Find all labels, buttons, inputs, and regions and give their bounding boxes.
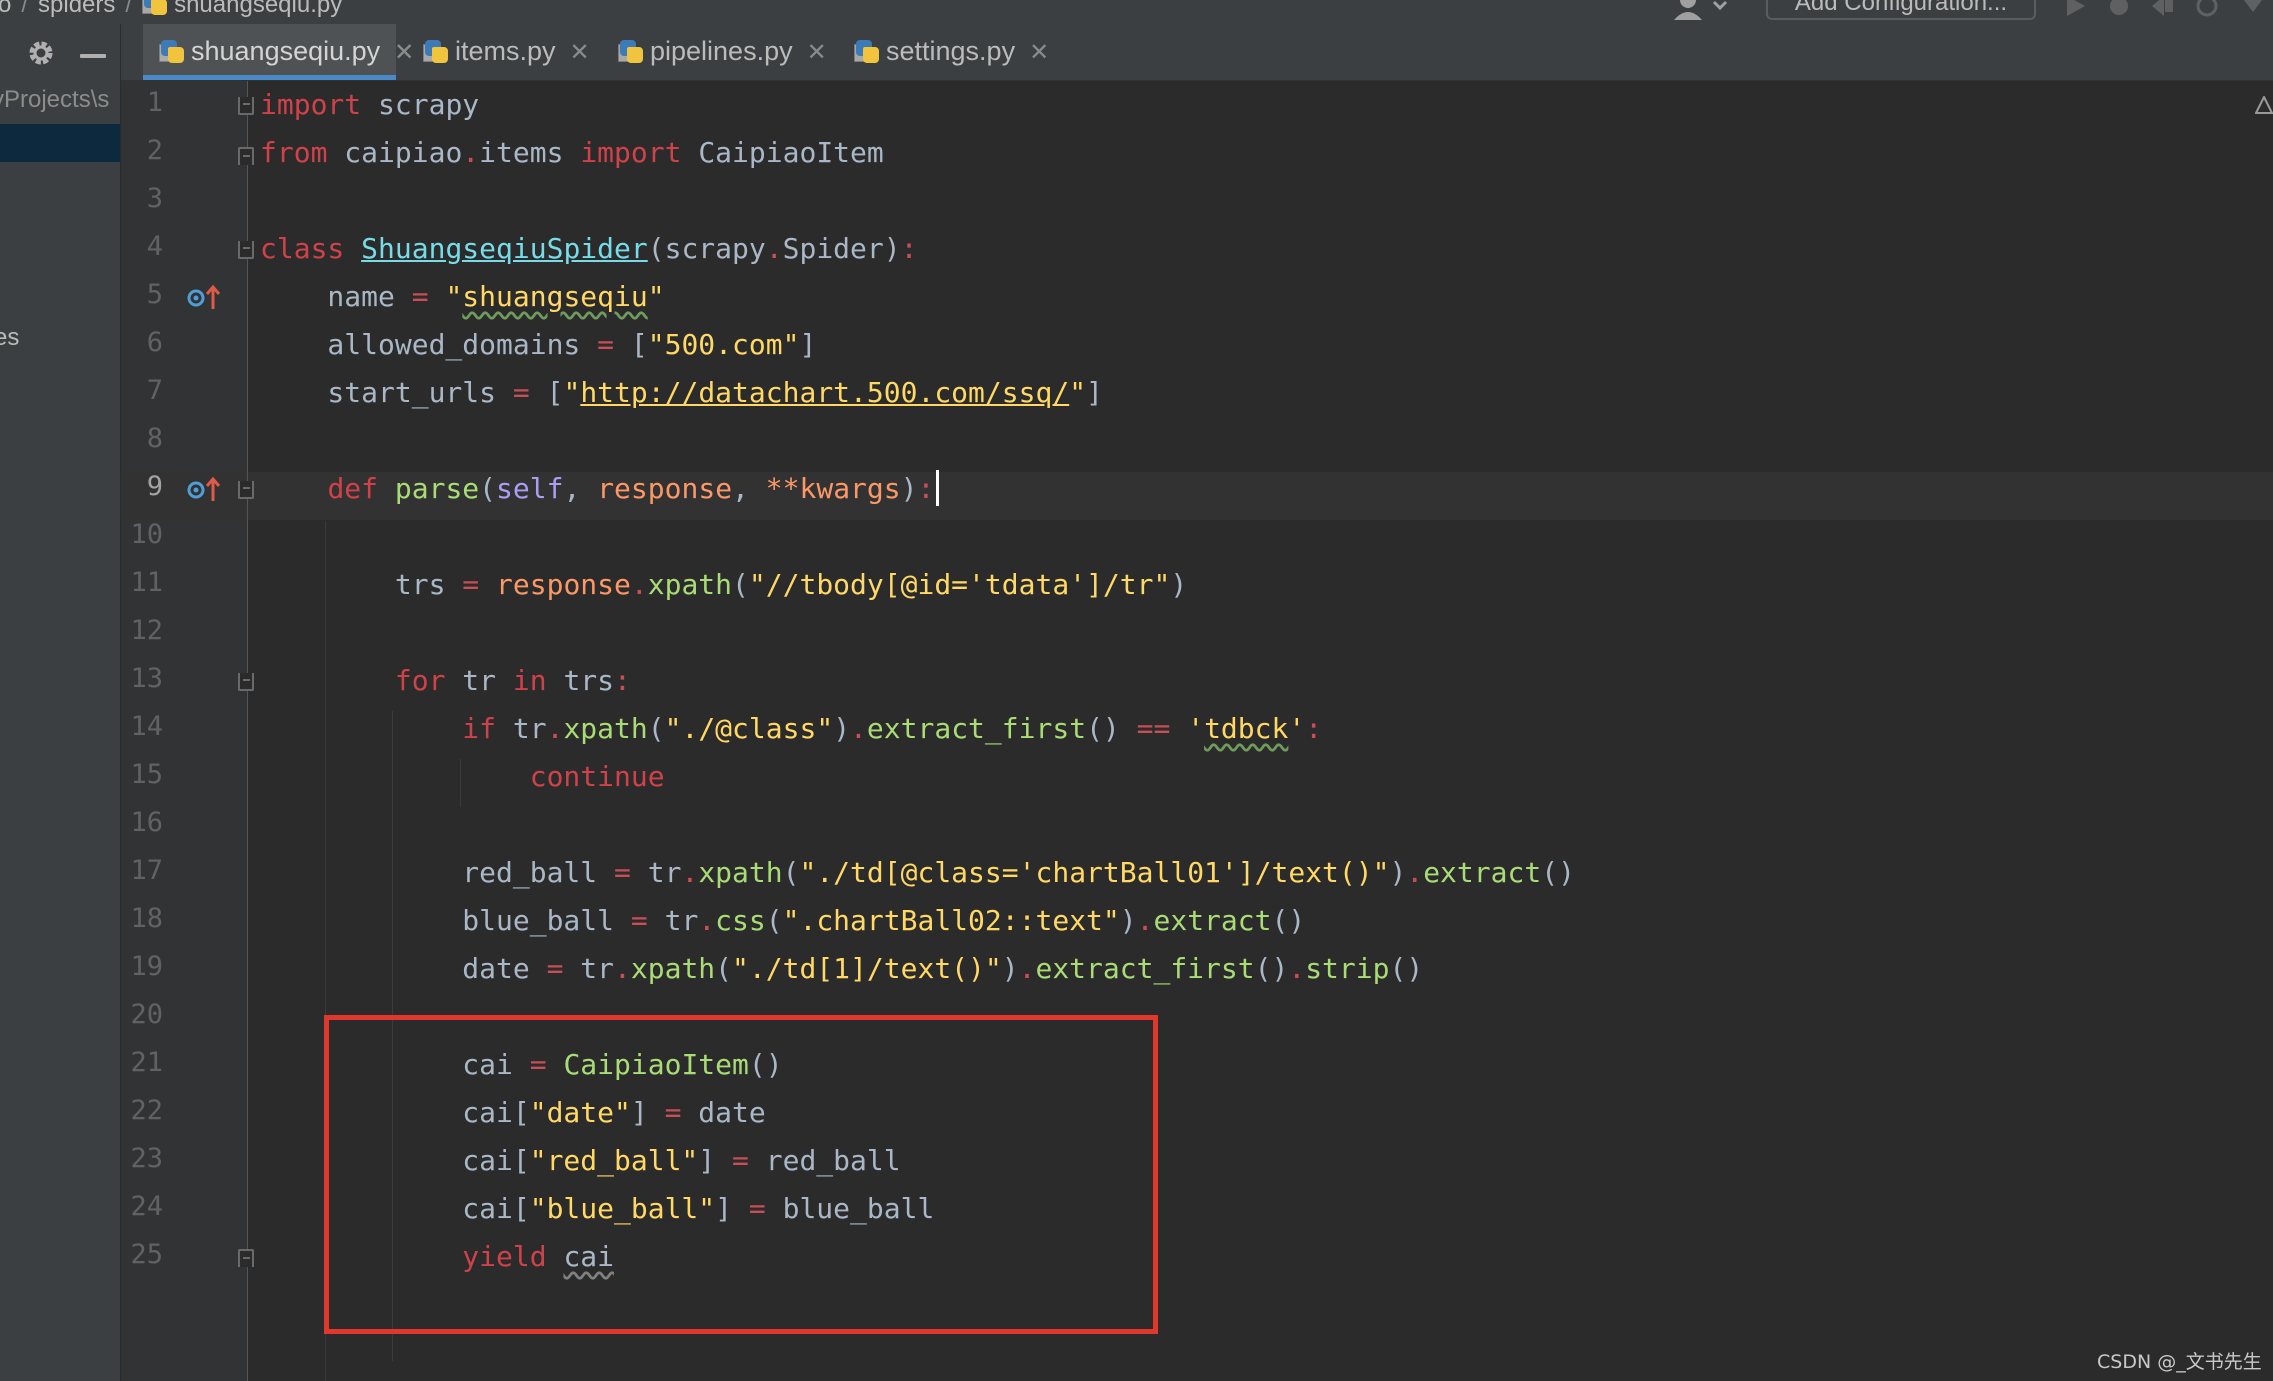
line-number: 25 — [130, 1239, 163, 1270]
python-file-icon — [423, 38, 449, 64]
code-line[interactable]: start_urls = ["http://datachart.500.com/… — [260, 369, 1102, 417]
breadcrumb-item[interactable]: spiders — [38, 0, 115, 18]
tab-label: shuangseqiu.py — [191, 36, 381, 66]
code-line[interactable]: continue — [260, 753, 665, 801]
code-line[interactable]: date = tr.xpath("./td[1]/text()").extrac… — [260, 945, 1423, 993]
code-line[interactable]: allowed_domains = ["500.com"] — [260, 321, 816, 369]
close-icon[interactable]: ✕ — [394, 39, 414, 66]
line-number: 16 — [130, 807, 163, 838]
line-number: 2 — [146, 135, 163, 166]
close-icon[interactable]: ✕ — [570, 39, 590, 66]
tab-label: items.py — [455, 36, 556, 66]
code-line[interactable]: blue_ball = tr.css(".chartBall02::text")… — [260, 897, 1305, 945]
line-number: 11 — [130, 567, 163, 598]
overrides-marker-icon[interactable] — [185, 283, 223, 313]
overrides-marker-icon[interactable] — [185, 475, 223, 505]
code-line[interactable]: red_ball = tr.xpath("./td[@class='chartB… — [260, 849, 1575, 897]
user-icon[interactable] — [1672, 0, 1732, 20]
tab-items[interactable]: items.py ✕ — [423, 24, 590, 80]
fold-icon[interactable] — [238, 481, 254, 499]
fold-icon[interactable] — [238, 673, 254, 691]
watermark: CSDN @_文书先生 — [2097, 1351, 2262, 1373]
fold-line — [247, 81, 248, 1381]
code-line[interactable]: for tr in trs: — [260, 657, 631, 705]
line-number: 6 — [146, 327, 163, 358]
line-number: 10 — [130, 519, 163, 550]
navigation-bar: o / spiders / shuangseqiu.py Add Configurati… — [0, 0, 2273, 25]
project-panel-toolbar — [0, 24, 120, 80]
line-number: 4 — [146, 231, 163, 262]
code-line[interactable]: trs = response.xpath("//tbody[@id='tdata… — [260, 561, 1187, 609]
line-number: 23 — [130, 1143, 163, 1174]
annotation-highlight-box — [324, 1015, 1158, 1334]
line-number: 21 — [130, 1047, 163, 1078]
inspection-warning-icon[interactable] — [2255, 96, 2273, 114]
project-panel: yProjects\s es — [0, 24, 121, 1381]
code-line[interactable]: import scrapy — [260, 81, 479, 129]
line-number: 3 — [146, 183, 163, 214]
coverage-icon[interactable] — [2150, 0, 2176, 18]
tab-shuangseqiu-active[interactable]: shuangseqiu.py ✕ — [143, 24, 414, 80]
close-icon[interactable]: ✕ — [1029, 39, 1049, 66]
tab-pipelines[interactable]: pipelines.py ✕ — [618, 24, 827, 80]
fold-icon[interactable] — [238, 241, 254, 259]
line-number: 1 — [146, 87, 163, 118]
editor-tabs: shuangseqiu.py✕ items.py✕ pipelines.py✕ … — [121, 24, 2273, 81]
breadcrumb: o / spiders / shuangseqiu.py — [0, 0, 342, 19]
line-number: 18 — [130, 903, 163, 934]
line-number: 12 — [130, 615, 163, 646]
line-number: 9 — [146, 471, 163, 502]
python-file-icon — [854, 38, 880, 64]
tab-label: pipelines.py — [650, 36, 793, 66]
python-file-icon — [159, 38, 185, 64]
text-cursor — [936, 470, 940, 506]
breadcrumb-separator: / — [21, 0, 29, 18]
line-number: 8 — [146, 423, 163, 454]
fold-icon[interactable] — [238, 97, 254, 115]
tab-settings[interactable]: settings.py ✕ — [854, 24, 1049, 80]
project-tree-item[interactable]: es — [0, 324, 19, 352]
python-file-icon — [142, 0, 168, 16]
python-file-icon — [618, 38, 644, 64]
profile-icon[interactable] — [2194, 0, 2220, 18]
line-number: 14 — [130, 711, 163, 742]
line-number: 7 — [146, 375, 163, 406]
breadcrumb-separator: / — [125, 0, 133, 18]
code-line[interactable]: def parse(self, response, **kwargs): — [260, 465, 940, 513]
close-icon[interactable]: ✕ — [807, 39, 827, 66]
breadcrumb-item[interactable]: shuangseqiu.py — [174, 0, 342, 18]
line-number: 24 — [130, 1191, 163, 1222]
line-number: 20 — [130, 999, 163, 1030]
add-configuration-button[interactable]: Add Configuration... — [1766, 0, 2036, 20]
run-icon[interactable] — [2063, 0, 2089, 18]
stop-icon[interactable] — [2240, 0, 2266, 18]
line-number: 5 — [146, 279, 163, 310]
project-root-path[interactable]: yProjects\s — [0, 86, 120, 114]
line-number: 22 — [130, 1095, 163, 1126]
line-number: 17 — [130, 855, 163, 886]
line-number: 13 — [130, 663, 163, 694]
code-line[interactable]: name = "shuangseqiu" — [260, 273, 664, 321]
gear-icon[interactable] — [26, 38, 56, 68]
project-tree-selected-row[interactable] — [0, 124, 120, 162]
line-number: 19 — [130, 951, 163, 982]
code-line[interactable]: if tr.xpath("./@class").extract_first() … — [260, 705, 1322, 753]
fold-end-icon[interactable] — [238, 1249, 254, 1267]
debug-icon[interactable] — [2106, 0, 2132, 18]
line-number: 15 — [130, 759, 163, 790]
hide-panel-icon[interactable] — [80, 54, 106, 58]
tab-label: settings.py — [886, 36, 1016, 66]
code-line[interactable]: from caipiao.items import CaipiaoItem — [260, 129, 884, 177]
breadcrumb-item[interactable]: o — [0, 0, 11, 18]
code-line[interactable]: class ShuangseqiuSpider(scrapy.Spider): — [260, 225, 917, 273]
fold-end-icon[interactable] — [238, 147, 254, 165]
